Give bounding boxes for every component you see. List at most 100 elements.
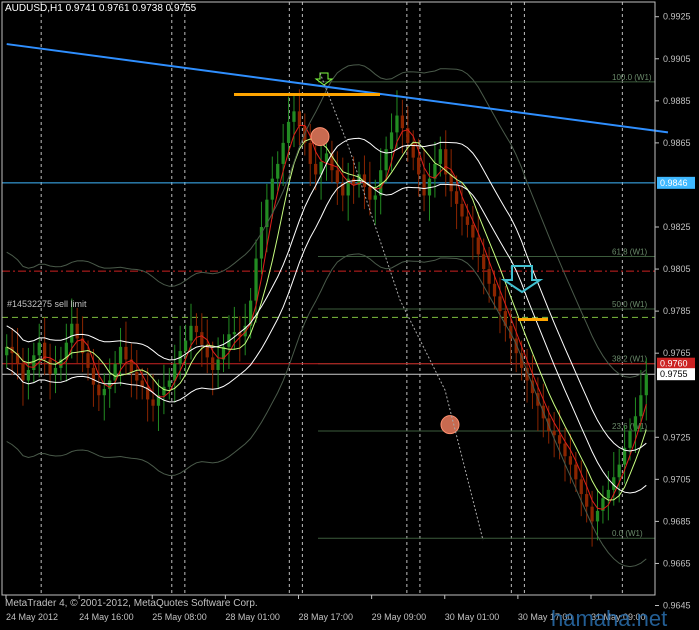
chart-window[interactable]: 100.0 (W1) 61.8 (W1) 50.0 (W1) 38.2 (W1) 23.… <box>0 0 699 630</box>
x-tick-label: 24 May 16:00 <box>79 612 134 622</box>
candle-body <box>270 178 274 200</box>
candle-body <box>37 342 41 356</box>
y-tick-label: 0.9685 <box>663 516 691 526</box>
candle-body <box>26 369 31 381</box>
candle-body <box>639 395 643 417</box>
candle-body <box>314 163 318 175</box>
candle-body <box>53 367 58 375</box>
candle-body <box>297 111 302 127</box>
candle-body <box>644 374 648 396</box>
x-tick-label: 28 May 01:00 <box>225 612 280 622</box>
x-tick-label: 25 May 08:00 <box>152 612 207 622</box>
candle-body <box>281 142 285 164</box>
candle-body <box>417 157 421 175</box>
horizontal-lines-layer <box>2 182 655 375</box>
candle-body <box>482 254 486 270</box>
candle-body <box>167 380 171 387</box>
candle-body <box>563 443 567 457</box>
candle-body <box>86 353 90 368</box>
candle-body <box>211 357 215 370</box>
candle-body <box>568 456 573 465</box>
candle-body <box>91 367 96 385</box>
signal-circle-top <box>310 127 330 147</box>
indicator-layer <box>6 43 669 568</box>
candle-body <box>368 187 372 200</box>
candle-body <box>498 296 502 312</box>
candle-body <box>422 174 426 196</box>
candle-body <box>438 149 442 164</box>
x-tick-label: 24 May 2012 <box>6 612 58 622</box>
y-tick-label: 0.9805 <box>663 264 691 274</box>
y-tick-label: 0.9905 <box>663 54 691 64</box>
candle-body <box>595 510 600 522</box>
candle-body <box>590 506 594 522</box>
y-tick-label: 0.9825 <box>663 222 691 232</box>
candle-body <box>487 269 491 284</box>
candle-body <box>465 216 470 225</box>
candle-body <box>173 363 177 381</box>
candle-body <box>606 489 610 499</box>
y-tick-label: 0.9765 <box>663 348 691 358</box>
y-tick-label: 0.9705 <box>663 474 691 484</box>
arrow-down-icon <box>500 265 544 294</box>
candle-body <box>232 332 236 335</box>
candle-body <box>151 399 155 406</box>
candle-body <box>75 323 79 339</box>
y-tick-label: 0.9665 <box>663 558 691 568</box>
candle-body <box>135 372 139 381</box>
candles-layer <box>5 89 648 547</box>
x-tick-label: 30 May 01:00 <box>445 612 500 622</box>
price-box-label: 0.9755 <box>660 369 688 379</box>
candle-body <box>617 464 621 478</box>
candle-body <box>476 237 480 255</box>
plot-border <box>1 1 656 596</box>
mid-ma-line <box>6 138 647 501</box>
candle-body <box>557 435 562 444</box>
copyright-footer: MetaTrader 4, © 2001-2012, MetaQuotes So… <box>5 598 258 609</box>
price-chart[interactable]: 100.0 (W1)61.8 (W1)50.0 (W1)38.2 (W1)23.… <box>0 0 699 630</box>
grid-layer <box>40 2 623 595</box>
candle-body <box>351 178 356 185</box>
candle-body <box>118 346 123 364</box>
price-box-label: 0.9846 <box>660 178 688 188</box>
candle-body <box>454 191 459 204</box>
candle-body <box>194 325 199 333</box>
symbol-ohlc-header: AUDUSD,H1 0.9741 0.9761 0.9738 0.9755 <box>5 3 197 14</box>
x-tick-label: 29 May 09:00 <box>372 612 427 622</box>
envelope-upper-line <box>6 137 647 452</box>
envelope-lower-line <box>6 179 647 494</box>
candle-body <box>48 359 52 375</box>
candle-body <box>254 258 258 301</box>
fib-level-label: 50.0 (W1) <box>612 300 647 309</box>
candle-body <box>633 416 638 431</box>
candle-body <box>579 479 583 495</box>
signal-circle-bottom <box>440 415 460 435</box>
bollinger-upper-line <box>6 64 647 378</box>
y-tick-label: 0.9725 <box>663 432 691 442</box>
y-tick-label: 0.9925 <box>663 12 691 22</box>
watermark: hamaha.net <box>551 606 668 630</box>
candle-body <box>21 363 25 381</box>
y-tick-label: 0.9885 <box>663 96 691 106</box>
candle-body <box>373 195 377 200</box>
candle-body <box>574 464 578 480</box>
price-box-label: 0.9760 <box>660 359 688 369</box>
fib-level-label: 61.8 (W1) <box>612 247 647 256</box>
candle-body <box>97 384 101 396</box>
fib-level-label: 0.0 (W1) <box>612 529 643 538</box>
candle-body <box>389 132 394 150</box>
candle-body <box>628 430 632 448</box>
candle-body <box>102 388 106 396</box>
fib-level-label: 100.0 (W1) <box>612 73 652 82</box>
candle-body <box>585 494 589 507</box>
bollinger-lower-line <box>6 253 647 568</box>
candle-body <box>400 115 405 129</box>
x-tick-label: 28 May 17:00 <box>299 612 354 622</box>
candle-body <box>183 340 188 352</box>
order-label: #14532275 sell limit <box>7 299 87 309</box>
candle-body <box>113 363 117 381</box>
candle-body <box>70 323 74 343</box>
candle-body <box>460 203 464 217</box>
small-arrow-down-icon <box>314 72 334 86</box>
candle-body <box>286 121 291 143</box>
